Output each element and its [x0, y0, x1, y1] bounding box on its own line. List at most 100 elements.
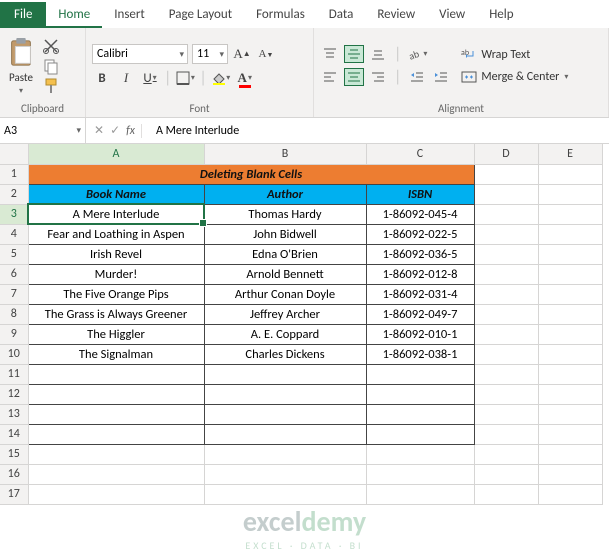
cell-D11[interactable]: [474, 364, 538, 384]
cell-A8[interactable]: The Grass is Always Greener: [28, 304, 204, 324]
name-box[interactable]: A3: [0, 118, 86, 143]
tab-insert[interactable]: Insert: [102, 2, 157, 28]
cell-D14[interactable]: [474, 424, 538, 444]
tab-data[interactable]: Data: [317, 2, 366, 28]
cell-C4[interactable]: 1-86092-022-5: [366, 224, 474, 244]
cell-D5[interactable]: [474, 244, 538, 264]
tab-home[interactable]: Home: [46, 2, 102, 28]
cell-C12[interactable]: [366, 384, 474, 404]
cell-header-author[interactable]: Author: [204, 184, 366, 204]
col-header-C[interactable]: C: [366, 144, 474, 164]
cell-B10[interactable]: Charles Dickens: [204, 344, 366, 364]
wrap-text-button[interactable]: ab Wrap Text: [461, 47, 568, 63]
row-header-7[interactable]: 7: [0, 284, 28, 304]
cell-E8[interactable]: [538, 304, 602, 324]
cell-A14[interactable]: [28, 424, 204, 444]
tab-help[interactable]: Help: [477, 2, 525, 28]
cell-B4[interactable]: John Bidwell: [204, 224, 366, 244]
cell-E11[interactable]: [538, 364, 602, 384]
row-header-14[interactable]: 14: [0, 424, 28, 444]
align-bottom-button[interactable]: [368, 45, 388, 63]
bold-button[interactable]: B: [92, 68, 112, 88]
enter-formula-button[interactable]: ✓: [110, 123, 120, 138]
select-all-corner[interactable]: [0, 144, 28, 164]
cell-E5[interactable]: [538, 244, 602, 264]
cell-D10[interactable]: [474, 344, 538, 364]
row-header-11[interactable]: 11: [0, 364, 28, 384]
border-button[interactable]: [175, 68, 195, 88]
cell-C6[interactable]: 1-86092-012-8: [366, 264, 474, 284]
row-header-17[interactable]: 17: [0, 484, 28, 504]
align-middle-button[interactable]: [344, 45, 364, 63]
cell-C17[interactable]: [366, 484, 474, 504]
italic-button[interactable]: I: [116, 68, 136, 88]
cell-D9[interactable]: [474, 324, 538, 344]
row-header-5[interactable]: 5: [0, 244, 28, 264]
align-right-button[interactable]: [368, 68, 388, 86]
cell-D4[interactable]: [474, 224, 538, 244]
cell-E14[interactable]: [538, 424, 602, 444]
cell-A5[interactable]: Irish Revel: [28, 244, 204, 264]
cell-D17[interactable]: [474, 484, 538, 504]
cell-A13[interactable]: [28, 404, 204, 424]
cell-D3[interactable]: [474, 204, 538, 224]
cell-B13[interactable]: [204, 404, 366, 424]
cell-D13[interactable]: [474, 404, 538, 424]
cell-A9[interactable]: The Higgler: [28, 324, 204, 344]
cell-A3[interactable]: A Mere Interlude: [28, 204, 204, 224]
cell-E15[interactable]: [538, 444, 602, 464]
cell-B5[interactable]: Edna O'Brien: [204, 244, 366, 264]
cell-B3[interactable]: Thomas Hardy: [204, 204, 366, 224]
cell-B17[interactable]: [204, 484, 366, 504]
cell-E2[interactable]: [538, 184, 602, 204]
cell-B12[interactable]: [204, 384, 366, 404]
fx-button[interactable]: fx: [126, 124, 142, 138]
cell-A12[interactable]: [28, 384, 204, 404]
tab-file[interactable]: File: [0, 2, 46, 28]
cell-E3[interactable]: [538, 204, 602, 224]
orientation-button[interactable]: ab: [407, 45, 427, 63]
increase-indent-button[interactable]: [431, 68, 451, 86]
cell-C16[interactable]: [366, 464, 474, 484]
increase-font-button[interactable]: A▲: [232, 44, 252, 64]
cell-title[interactable]: Deleting Blank Cells: [28, 164, 474, 184]
cell-D8[interactable]: [474, 304, 538, 324]
cell-B14[interactable]: [204, 424, 366, 444]
font-size-select[interactable]: 11: [192, 44, 228, 64]
cell-header-book[interactable]: Book Name: [28, 184, 204, 204]
decrease-indent-button[interactable]: [407, 68, 427, 86]
cell-header-isbn[interactable]: ISBN: [366, 184, 474, 204]
cancel-formula-button[interactable]: ✕: [94, 123, 104, 138]
cell-A11[interactable]: [28, 364, 204, 384]
cell-C3[interactable]: 1-86092-045-4: [366, 204, 474, 224]
merge-center-button[interactable]: Merge & Center: [461, 69, 568, 85]
tab-page-layout[interactable]: Page Layout: [157, 2, 244, 28]
row-header-3[interactable]: 3: [0, 204, 28, 224]
row-header-6[interactable]: 6: [0, 264, 28, 284]
cell-E16[interactable]: [538, 464, 602, 484]
col-header-E[interactable]: E: [538, 144, 602, 164]
cell-E12[interactable]: [538, 384, 602, 404]
cell-B7[interactable]: Arthur Conan Doyle: [204, 284, 366, 304]
row-header-8[interactable]: 8: [0, 304, 28, 324]
align-top-button[interactable]: [320, 45, 340, 63]
cell-D16[interactable]: [474, 464, 538, 484]
cell-A17[interactable]: [28, 484, 204, 504]
tab-review[interactable]: Review: [365, 2, 427, 28]
tab-formulas[interactable]: Formulas: [244, 2, 317, 28]
format-painter-button[interactable]: [42, 77, 60, 95]
cell-E7[interactable]: [538, 284, 602, 304]
cell-E13[interactable]: [538, 404, 602, 424]
cut-button[interactable]: [42, 37, 60, 55]
decrease-font-button[interactable]: A▼: [256, 44, 276, 64]
row-header-10[interactable]: 10: [0, 344, 28, 364]
row-header-16[interactable]: 16: [0, 464, 28, 484]
cell-E10[interactable]: [538, 344, 602, 364]
cell-A15[interactable]: [28, 444, 204, 464]
cell-C7[interactable]: 1-86092-031-4: [366, 284, 474, 304]
paste-button[interactable]: Paste ▾: [6, 37, 36, 96]
cell-C9[interactable]: 1-86092-010-1: [366, 324, 474, 344]
cell-B16[interactable]: [204, 464, 366, 484]
cell-A7[interactable]: The Five Orange Pips: [28, 284, 204, 304]
cell-C8[interactable]: 1-86092-049-7: [366, 304, 474, 324]
